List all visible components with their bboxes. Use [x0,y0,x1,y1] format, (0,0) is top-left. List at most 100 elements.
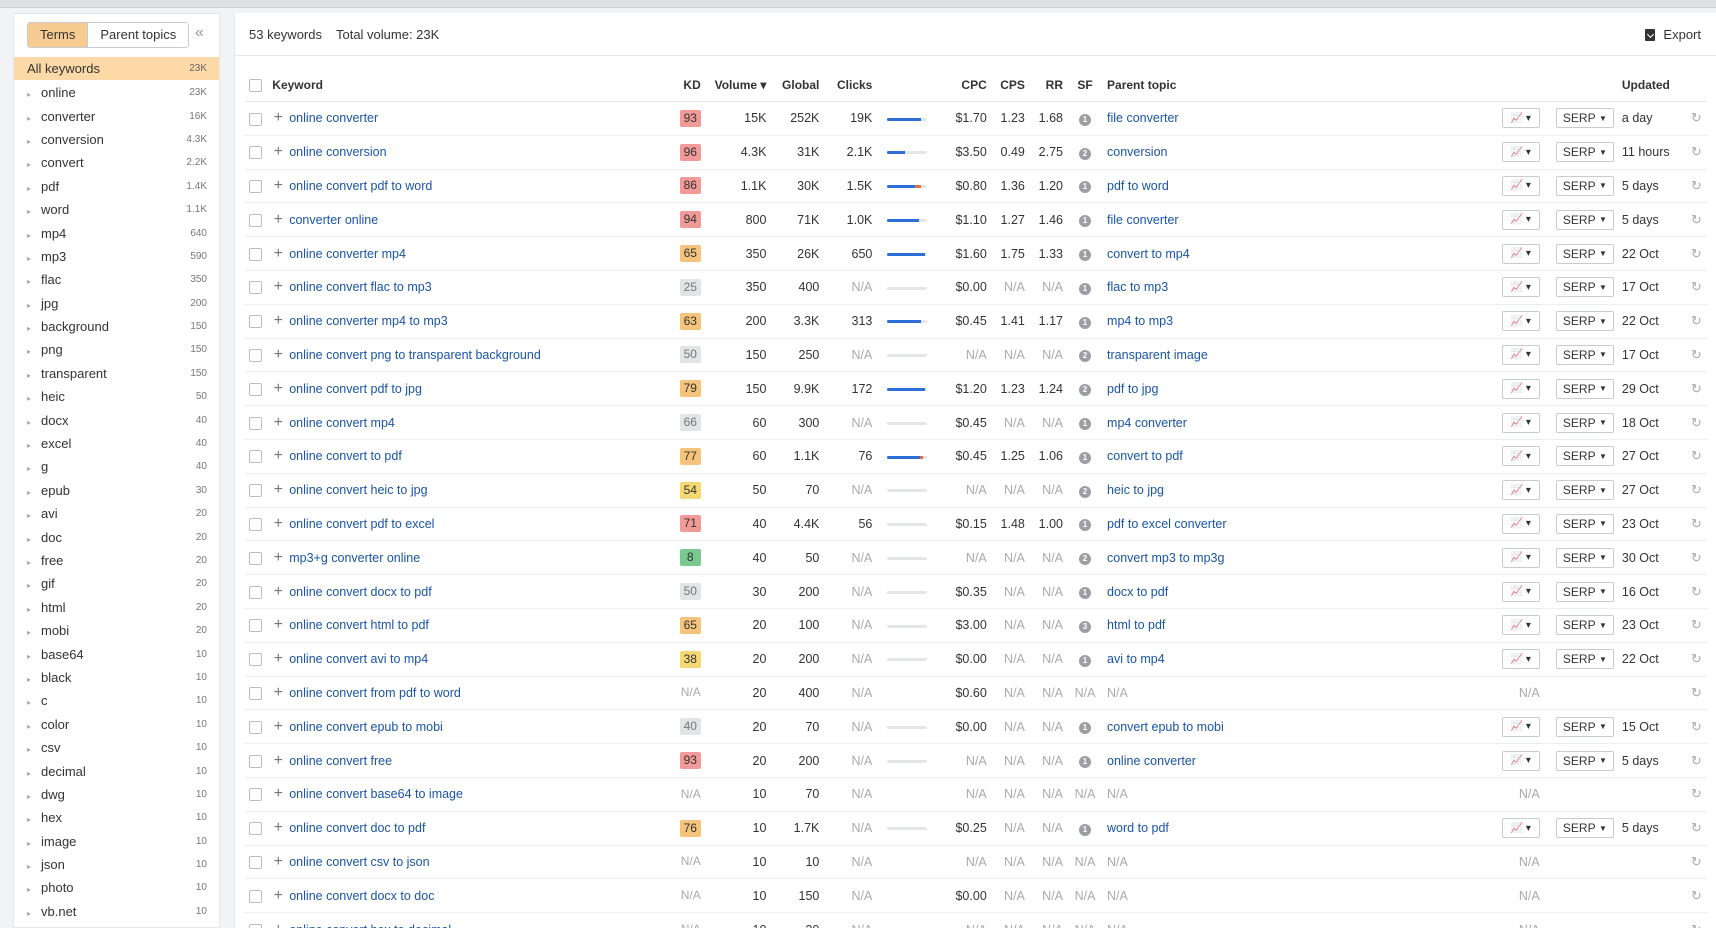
caret-right-icon[interactable]: ▸ [27,885,41,894]
term-item[interactable]: ▸ convert 2.2K [14,151,219,174]
term-item[interactable]: ▸ mp3 590 [14,245,219,268]
add-to-list[interactable]: + [268,709,286,745]
term-item[interactable]: ▸ c 10 [14,689,219,712]
refresh-icon[interactable]: ↻ [1691,144,1702,159]
row-select[interactable] [245,101,269,136]
keyword-link[interactable]: online convert flac to mp3 [289,280,431,294]
caret-right-icon[interactable]: ▸ [27,815,41,824]
all-keywords-item[interactable]: All keywords 23K [14,57,219,80]
add-to-list[interactable]: + [268,439,286,474]
serp-button[interactable]: SERP ▼ [1555,581,1614,602]
trend-button[interactable]: 📈 ▾ [1501,480,1540,501]
keyword-link[interactable]: online convert docx to doc [289,889,434,903]
serp-button[interactable]: SERP ▼ [1555,412,1614,433]
term-item[interactable]: ▸ image 10 [14,830,219,853]
trend-button[interactable]: 📈 ▾ [1501,344,1540,365]
parent-topic-link[interactable]: heic to jpg [1107,483,1164,497]
keyword-link[interactable]: online converter mp4 to mp3 [289,314,447,328]
add-to-list[interactable]: + [268,338,286,373]
refresh-icon[interactable]: ↻ [1691,482,1702,497]
plus-icon[interactable]: + [272,616,284,634]
refresh-icon[interactable]: ↻ [1691,786,1702,801]
term-item[interactable]: ▸ flac 350 [14,268,219,291]
plus-icon[interactable]: + [272,650,284,668]
sf-badge[interactable]: 1 [1079,654,1092,667]
trend-button[interactable]: 📈 ▾ [1501,243,1540,264]
keyword-link[interactable]: online convert from pdf to word [289,686,461,700]
row-checkbox[interactable] [249,551,262,565]
caret-right-icon[interactable]: ▸ [27,371,41,380]
parent-topic-link[interactable]: conversion [1107,145,1167,159]
row-checkbox[interactable] [249,146,262,160]
row-checkbox[interactable] [249,653,262,667]
keyword-link[interactable]: online convert doc to pdf [289,821,425,835]
term-item[interactable]: ▸ csv 10 [14,736,219,759]
row-checkbox[interactable] [249,213,262,227]
row-checkbox[interactable] [249,518,262,532]
refresh-icon[interactable]: ↻ [1691,719,1702,734]
term-item[interactable]: ▸ gif 20 [14,572,219,595]
serp-button[interactable]: SERP ▼ [1555,513,1614,534]
header-global[interactable]: Global [770,68,824,102]
add-to-list[interactable]: + [268,878,286,914]
row-select[interactable] [245,540,269,576]
keyword-link[interactable]: online convert heic to jpg [289,483,427,497]
row-select[interactable] [245,777,269,812]
sf-badge[interactable]: 1 [1079,823,1092,836]
caret-right-icon[interactable]: ▸ [27,207,41,216]
term-item[interactable]: ▸ g 40 [14,455,219,478]
trend-button[interactable]: 📈 ▾ [1501,649,1540,670]
export-button[interactable]: Export [1645,27,1701,42]
trend-button[interactable]: 📈 ▾ [1501,277,1540,298]
row-checkbox[interactable] [249,349,262,363]
header-cps[interactable]: CPS [990,68,1029,102]
row-select[interactable] [245,912,269,928]
plus-icon[interactable]: + [272,481,284,499]
header-keyword[interactable]: Keyword [268,68,667,102]
refresh-icon[interactable]: ↻ [1691,550,1702,565]
parent-topic-link[interactable]: convert to pdf [1107,449,1183,463]
keyword-link[interactable]: online convert to pdf [289,449,402,463]
term-item[interactable]: ▸ vb.net 10 [14,900,219,923]
add-to-list[interactable]: + [268,371,286,407]
term-item[interactable]: ▸ hex 10 [14,806,219,829]
refresh-icon[interactable]: ↻ [1691,381,1702,396]
caret-right-icon[interactable]: ▸ [27,277,41,286]
term-item[interactable]: ▸ docx 40 [14,408,219,431]
serp-button[interactable]: SERP ▼ [1555,108,1614,129]
plus-icon[interactable]: + [272,211,284,229]
caret-right-icon[interactable]: ▸ [27,909,41,918]
keyword-link[interactable]: online convert free [289,754,392,768]
keyword-link[interactable]: online conversion [289,145,386,159]
row-checkbox[interactable] [249,315,262,329]
row-checkbox[interactable] [249,112,262,126]
plus-icon[interactable]: + [272,346,284,364]
refresh-icon[interactable]: ↻ [1691,178,1702,193]
caret-right-icon[interactable]: ▸ [27,347,41,356]
row-select[interactable] [245,439,269,474]
refresh-icon[interactable]: ↻ [1691,246,1702,261]
parent-topic-link[interactable]: convert mp3 to mp3g [1107,551,1224,565]
caret-right-icon[interactable]: ▸ [27,722,41,731]
keyword-link[interactable]: online convert avi to mp4 [289,652,428,666]
add-to-list[interactable]: + [268,405,286,440]
sf-badge[interactable]: 2 [1079,147,1092,160]
add-to-list[interactable]: + [268,101,286,136]
caret-right-icon[interactable]: ▸ [27,324,41,333]
serp-button[interactable]: SERP ▼ [1555,243,1614,264]
sf-badge[interactable]: 1 [1079,316,1092,329]
serp-button[interactable]: SERP ▼ [1555,209,1614,230]
row-select[interactable] [245,338,269,373]
term-item[interactable]: ▸ jpg 200 [14,292,219,315]
plus-icon[interactable]: + [272,583,284,601]
keyword-link[interactable]: online convert epub to mobi [289,720,443,734]
plus-icon[interactable]: + [272,278,284,296]
row-checkbox[interactable] [249,484,262,498]
refresh-icon[interactable]: ↻ [1691,347,1702,362]
row-select[interactable] [245,676,269,711]
serp-button[interactable]: SERP ▼ [1555,378,1614,399]
row-checkbox[interactable] [249,720,262,734]
trend-button[interactable]: 📈 ▾ [1501,209,1540,230]
tab-parent-topics[interactable]: Parent topics [87,23,189,47]
caret-right-icon[interactable]: ▸ [27,90,41,99]
